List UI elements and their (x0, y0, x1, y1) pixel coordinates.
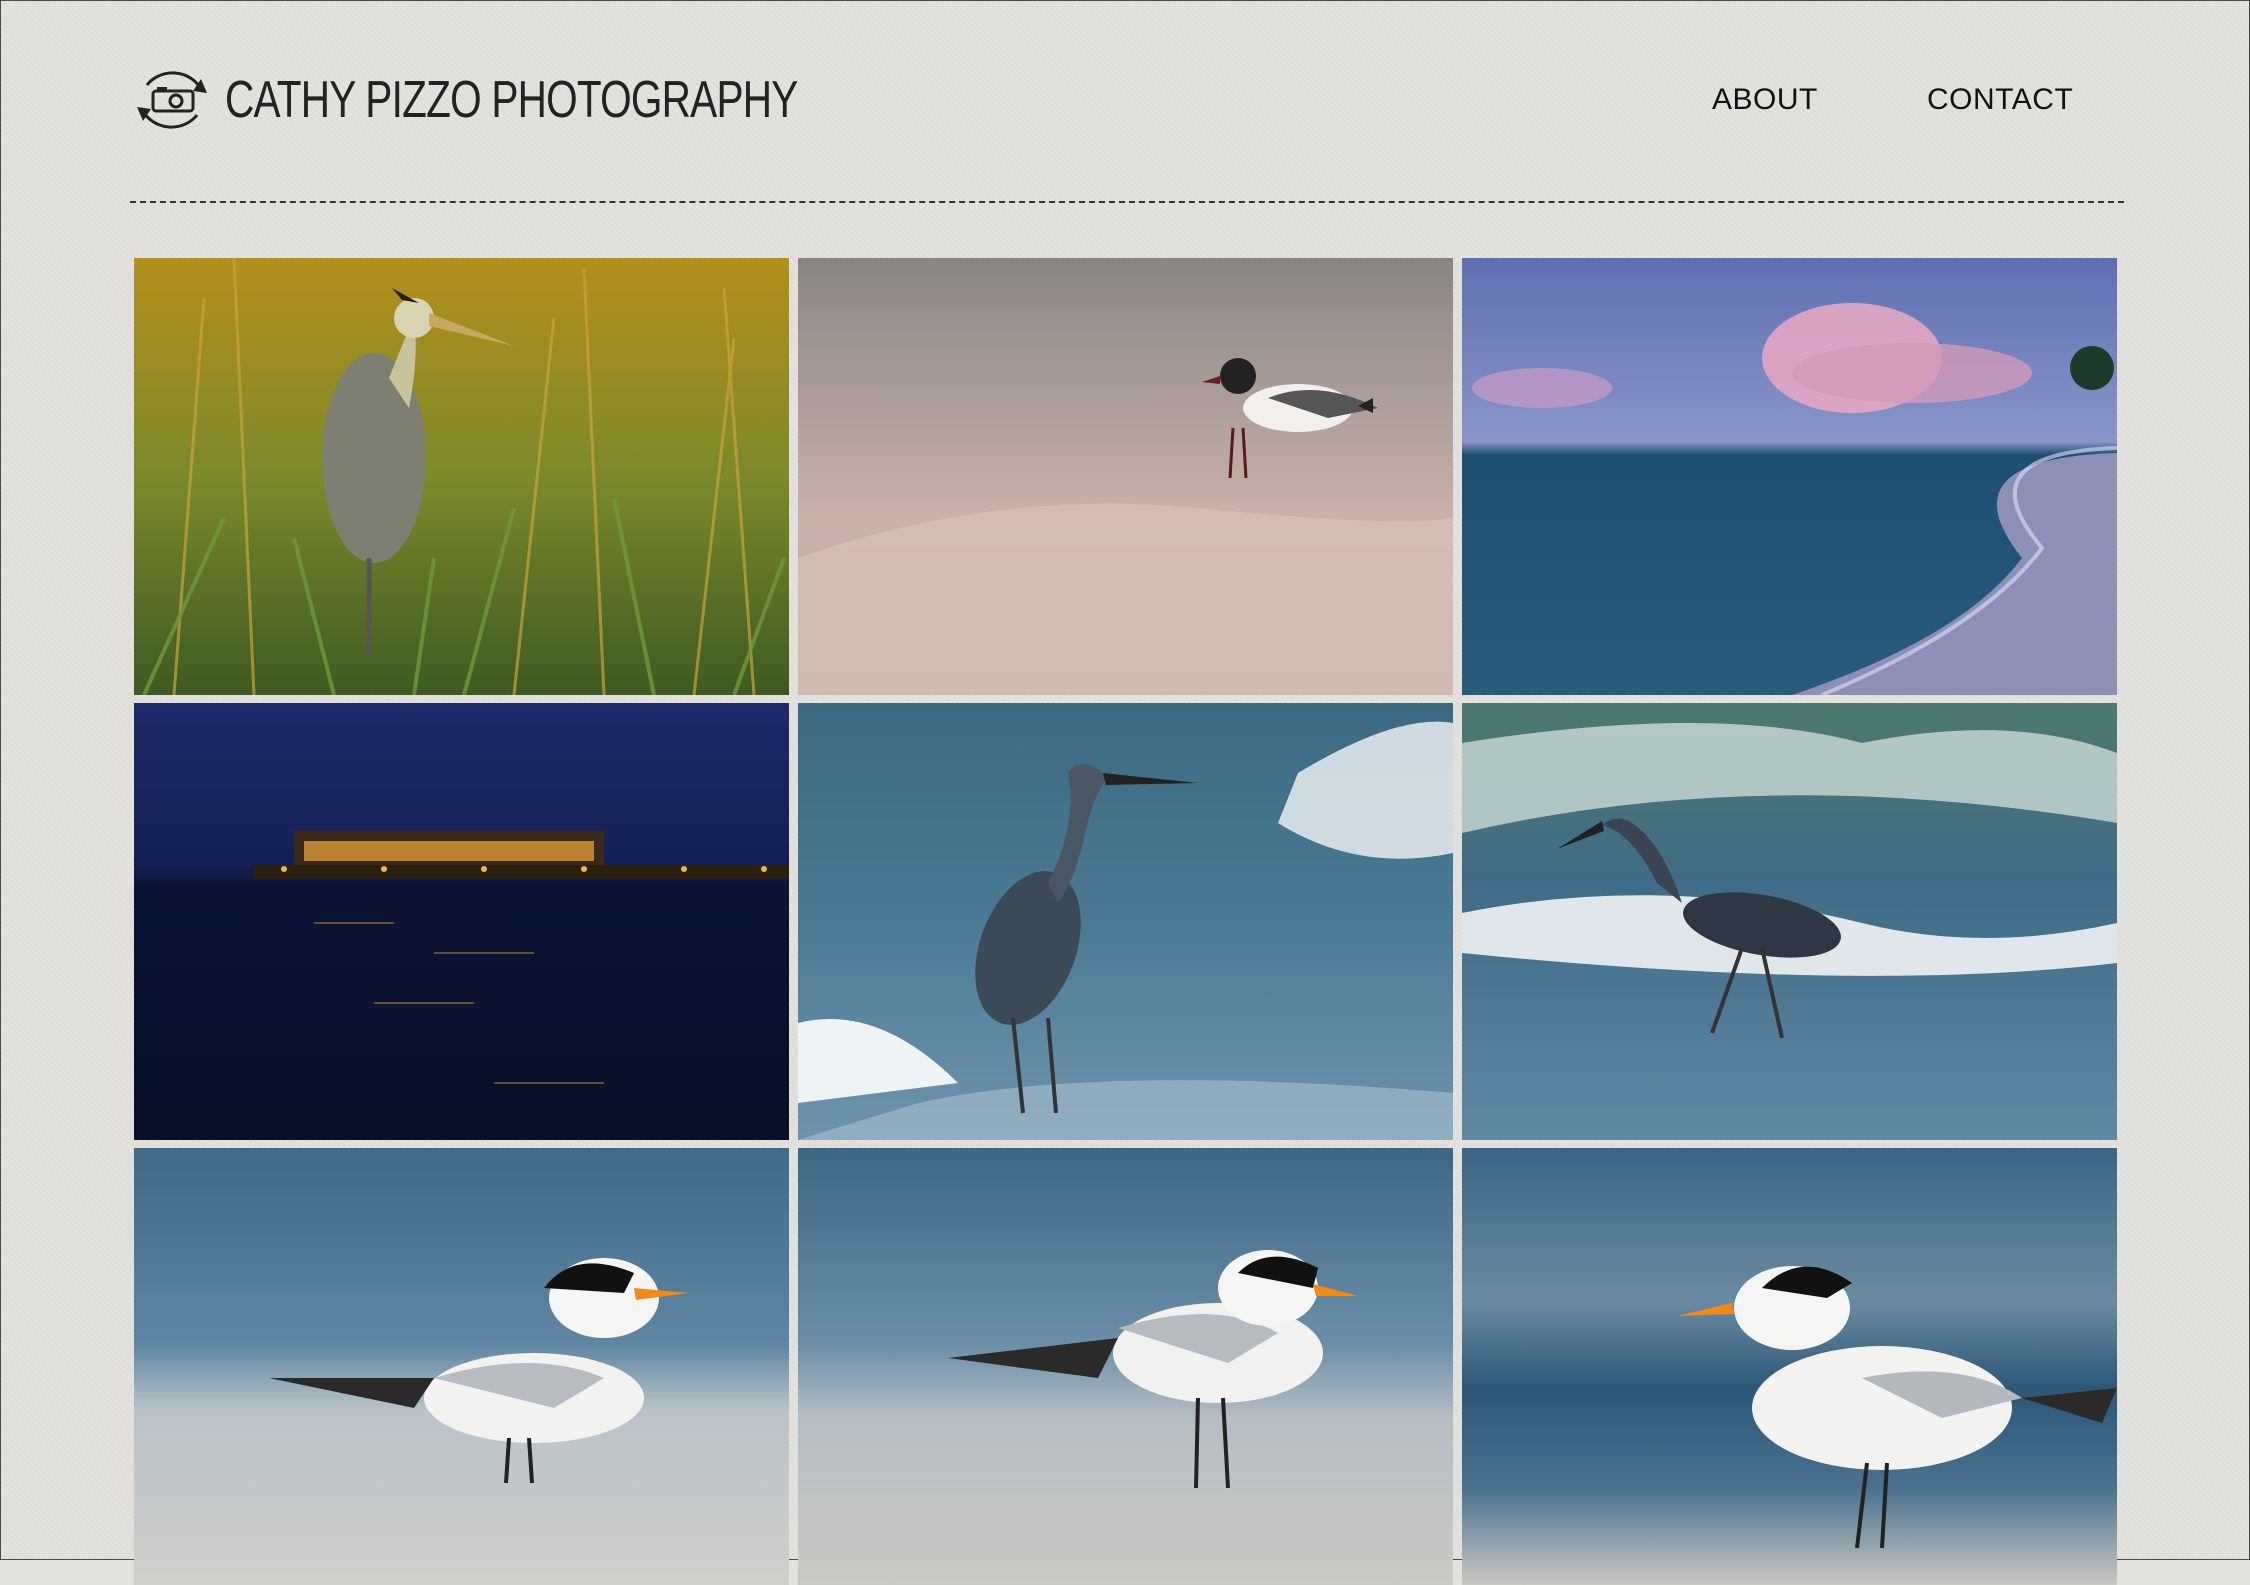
nav-contact-link[interactable]: CONTACT (1927, 83, 2073, 117)
reddish-egret-walking-in-surf-photo[interactable] (1462, 703, 2117, 1140)
royal-tern-facing-right-second-photo[interactable] (798, 1148, 1453, 1585)
laughing-gull-on-sand-photo[interactable] (798, 258, 1453, 695)
royal-tern-facing-right-photo[interactable] (134, 1148, 789, 1585)
great-blue-heron-in-sea-oats-photo[interactable] (134, 258, 789, 695)
nav-about-link[interactable]: ABOUT (1712, 83, 1818, 117)
main-nav: ABOUT CONTACT (0, 83, 2249, 123)
sunset-clouds-over-beach-shoreline-photo[interactable] (1462, 258, 2117, 695)
lit-pier-at-night-photo[interactable] (134, 703, 789, 1140)
photo-gallery (134, 258, 2117, 1585)
page-frame: CATHY PIZZO PHOTOGRAPHY ABOUT CONTACT (0, 0, 2250, 1585)
reddish-egret-standing-in-surf-photo[interactable] (798, 703, 1453, 1140)
royal-tern-facing-left-photo[interactable] (1462, 1148, 2117, 1585)
header-divider (130, 201, 2124, 203)
